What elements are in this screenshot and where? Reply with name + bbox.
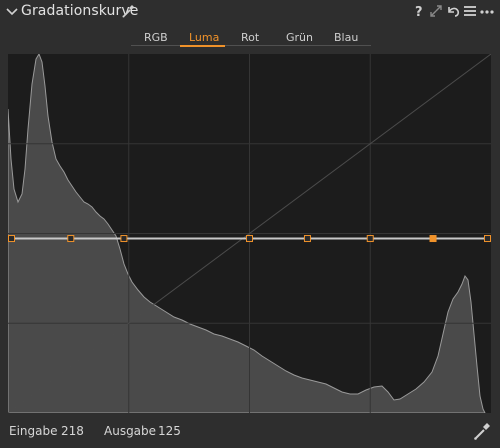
menu-icon[interactable]: [462, 3, 478, 19]
curve-canvas[interactable]: [8, 54, 491, 413]
eyedropper-icon[interactable]: [473, 421, 491, 441]
reset-icon[interactable]: [445, 3, 461, 19]
output-label: Ausgabe: [104, 424, 157, 438]
svg-text:?: ?: [415, 5, 423, 19]
curve-control-point[interactable]: [120, 235, 128, 243]
curve-graph[interactable]: [8, 54, 491, 413]
color-picker-icon[interactable]: [121, 3, 135, 19]
tab-luma[interactable]: Luma: [189, 31, 219, 44]
curve-control-point[interactable]: [67, 235, 75, 243]
output-value: 125: [158, 424, 181, 438]
curve-control-point[interactable]: [303, 235, 311, 243]
more-icon[interactable]: [479, 3, 495, 19]
active-tab-indicator: [180, 45, 225, 47]
curve-control-point[interactable]: [484, 235, 491, 243]
curve-control-point[interactable]: [246, 235, 253, 243]
readout-bar: Eingabe 218 Ausgabe 125: [0, 424, 500, 444]
tab-rot[interactable]: Rot: [241, 31, 259, 44]
chevron-down-icon[interactable]: [6, 3, 18, 19]
tab-gruen[interactable]: Grün: [286, 31, 313, 44]
input-value: 218: [61, 424, 84, 438]
tab-rgb[interactable]: RGB: [144, 31, 168, 44]
help-icon[interactable]: ?: [411, 3, 427, 19]
tabs-divider: [131, 45, 371, 46]
curve-control-point[interactable]: [366, 235, 374, 243]
input-label: Eingabe: [9, 424, 58, 438]
expand-icon[interactable]: [428, 3, 444, 19]
panel-header: Gradationskurve ?: [0, 0, 500, 24]
curve-control-point[interactable]: [8, 235, 15, 243]
curve-control-point-selected[interactable]: [429, 235, 437, 243]
tab-blau[interactable]: Blau: [334, 31, 358, 44]
